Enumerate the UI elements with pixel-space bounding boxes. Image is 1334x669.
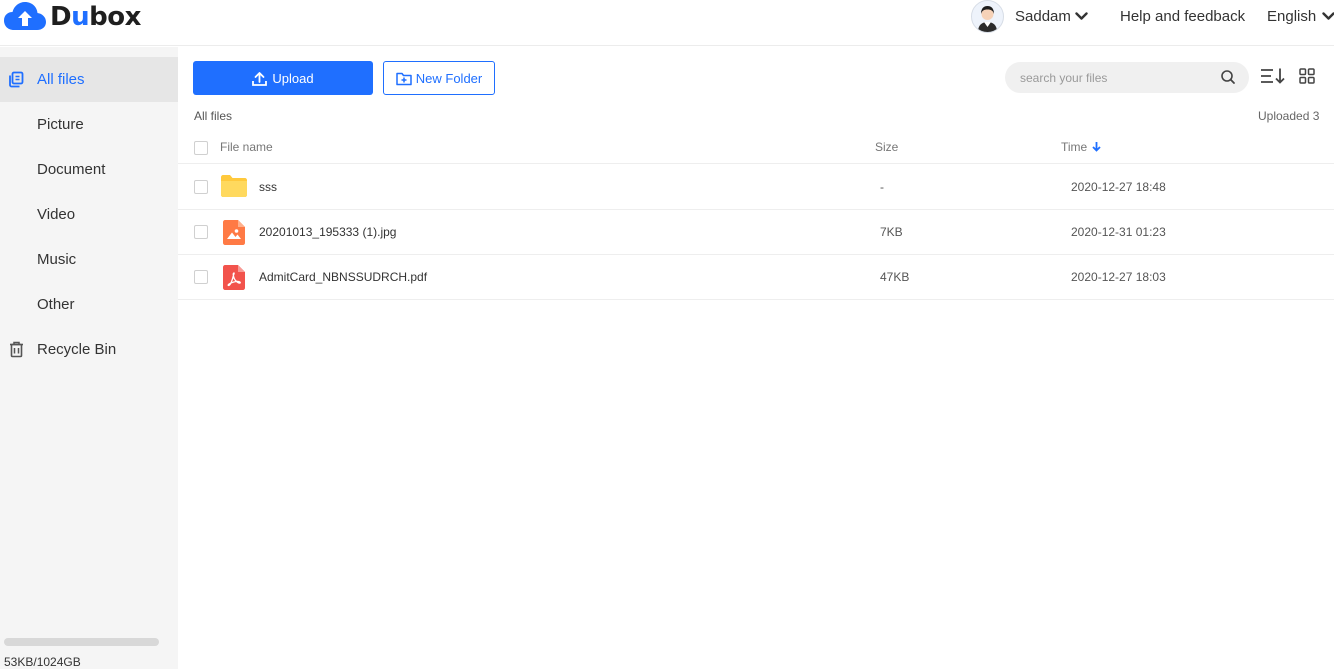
sidebar: All files Picture Document Video Music O… [0,47,178,669]
file-size: 7KB [880,225,903,239]
table-row[interactable]: 20201013_195333 (1).jpg 7KB 2020-12-31 0… [178,210,1334,255]
trash-icon [10,341,23,358]
logo-text: Dubox [50,2,141,32]
sidebar-item-label: All files [37,71,85,88]
dubox-logo[interactable]: Dubox [4,1,141,33]
sidebar-item-label: Other [37,296,75,313]
file-name[interactable]: AdmitCard_NBNSSUDRCH.pdf [259,270,427,284]
chevron-down-icon[interactable] [1075,12,1088,21]
sort-icon[interactable] [1260,67,1286,85]
upload-button-label: Upload [272,70,314,86]
new-folder-button-label: New Folder [415,70,483,86]
grid-view-icon[interactable] [1299,68,1315,84]
new-folder-icon [396,72,412,85]
search-icon[interactable] [1220,69,1236,85]
search-box [1005,62,1249,93]
uploaded-count: Uploaded 3 [1258,109,1320,123]
table-row[interactable]: AdmitCard_NBNSSUDRCH.pdf 47KB 2020-12-27… [178,255,1334,300]
upload-icon [252,71,268,86]
row-checkbox[interactable] [194,270,208,284]
file-size: - [880,180,884,194]
column-header-name[interactable]: File name [220,140,273,154]
files-icon [9,71,24,88]
new-folder-button[interactable]: New Folder [383,61,495,95]
user-avatar-icon [972,1,1003,32]
file-table-header: File name Size Time [178,130,1334,164]
file-time: 2020-12-27 18:03 [1071,270,1166,284]
sort-desc-arrow-icon[interactable] [1092,141,1101,152]
user-name: Saddam [1015,8,1071,25]
search-input[interactable] [1020,62,1210,93]
sidebar-item-document[interactable]: Document [0,147,178,192]
file-name[interactable]: sss [259,180,277,194]
sidebar-item-other[interactable]: Other [0,282,178,327]
help-feedback-link[interactable]: Help and feedback [1120,8,1245,25]
pdf-file-icon [223,265,245,290]
sidebar-item-label: Video [37,206,76,223]
folder-icon [221,175,247,197]
row-checkbox[interactable] [194,225,208,239]
table-row[interactable]: sss - 2020-12-27 18:48 [178,165,1334,210]
sidebar-item-picture[interactable]: Picture [0,102,178,147]
sidebar-item-label: Document [37,161,106,178]
top-header: Dubox Saddam Help and feedback English [0,0,1334,46]
language-selector[interactable]: English [1267,0,1334,33]
language-label: English [1267,8,1317,25]
avatar[interactable] [971,0,1004,33]
storage-quota-text: 53KB/1024GB [4,655,81,669]
sidebar-item-music[interactable]: Music [0,237,178,282]
upload-button[interactable]: Upload [193,61,373,95]
breadcrumb[interactable]: All files [194,109,232,123]
sidebar-item-label: Recycle Bin [37,341,117,358]
sidebar-item-label: Picture [37,116,84,133]
column-header-size[interactable]: Size [875,140,898,154]
file-time: 2020-12-27 18:48 [1071,180,1166,194]
sidebar-item-video[interactable]: Video [0,192,178,237]
row-checkbox[interactable] [194,180,208,194]
image-file-icon [223,220,245,245]
column-header-time[interactable]: Time [1061,140,1087,154]
chevron-down-icon [1322,12,1334,20]
file-size: 47KB [880,270,910,284]
storage-quota-bar [4,638,159,646]
cloud-upload-logo-icon [4,2,46,30]
select-all-checkbox[interactable] [194,141,208,155]
file-name[interactable]: 20201013_195333 (1).jpg [259,225,396,239]
sidebar-item-all-files[interactable]: All files [0,57,178,102]
sidebar-item-label: Music [37,251,77,268]
sidebar-item-recycle-bin[interactable]: Recycle Bin [0,327,178,372]
user-menu[interactable]: Saddam [971,0,1088,33]
file-time: 2020-12-31 01:23 [1071,225,1166,239]
